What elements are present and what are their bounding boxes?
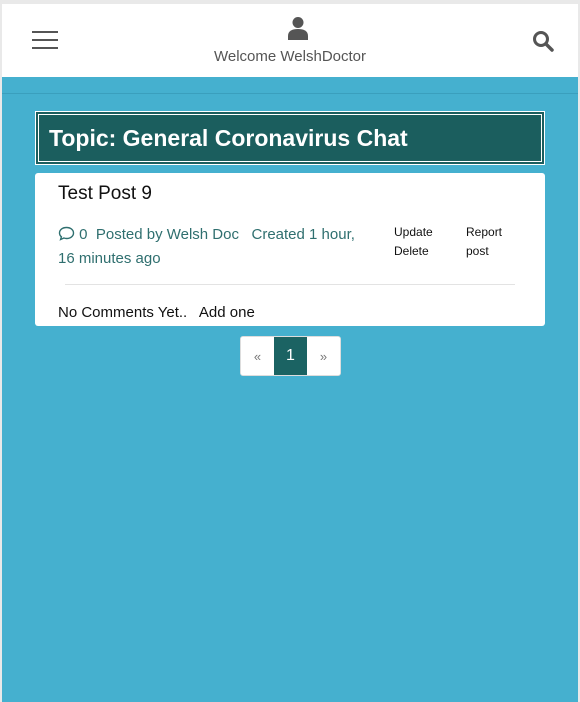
comments-row: No Comments Yet.. Add one [58, 304, 255, 321]
page-frame: Welcome WelshDoctor Topic: General Coron… [2, 4, 578, 702]
section-divider [2, 93, 578, 94]
pagination: « 1 » [240, 336, 341, 376]
post-card: Test Post 9 0 Posted by Welsh Doc Create… [35, 173, 545, 326]
delete-link[interactable]: Delete [394, 242, 474, 261]
comment-count: 0 [79, 226, 88, 243]
search-icon[interactable] [532, 30, 554, 52]
welcome-text: Welcome WelshDoctor [214, 48, 366, 65]
comment-icon [58, 226, 75, 241]
post-meta: 0 Posted by Welsh Doc Created 1 hour, 16… [58, 223, 374, 271]
post-actions: Update Delete [394, 223, 474, 261]
post-title[interactable]: Test Post 9 [58, 183, 152, 205]
next-page-button[interactable]: » [307, 337, 340, 375]
card-divider [65, 284, 515, 285]
topic-title: Topic: General Coronavirus Chat [38, 114, 542, 162]
update-link[interactable]: Update [394, 223, 474, 242]
current-page-button[interactable]: 1 [274, 337, 307, 375]
prev-page-button[interactable]: « [241, 337, 274, 375]
no-comments-text: No Comments Yet.. [58, 304, 188, 321]
add-comment-link[interactable]: Add one [199, 304, 255, 321]
user-icon [288, 17, 308, 40]
report-post-link[interactable]: Report post [466, 223, 526, 261]
top-navbar: Welcome WelshDoctor [2, 4, 578, 77]
topic-header: Topic: General Coronavirus Chat [35, 111, 545, 165]
posted-by: Posted by Welsh Doc [95, 226, 239, 243]
